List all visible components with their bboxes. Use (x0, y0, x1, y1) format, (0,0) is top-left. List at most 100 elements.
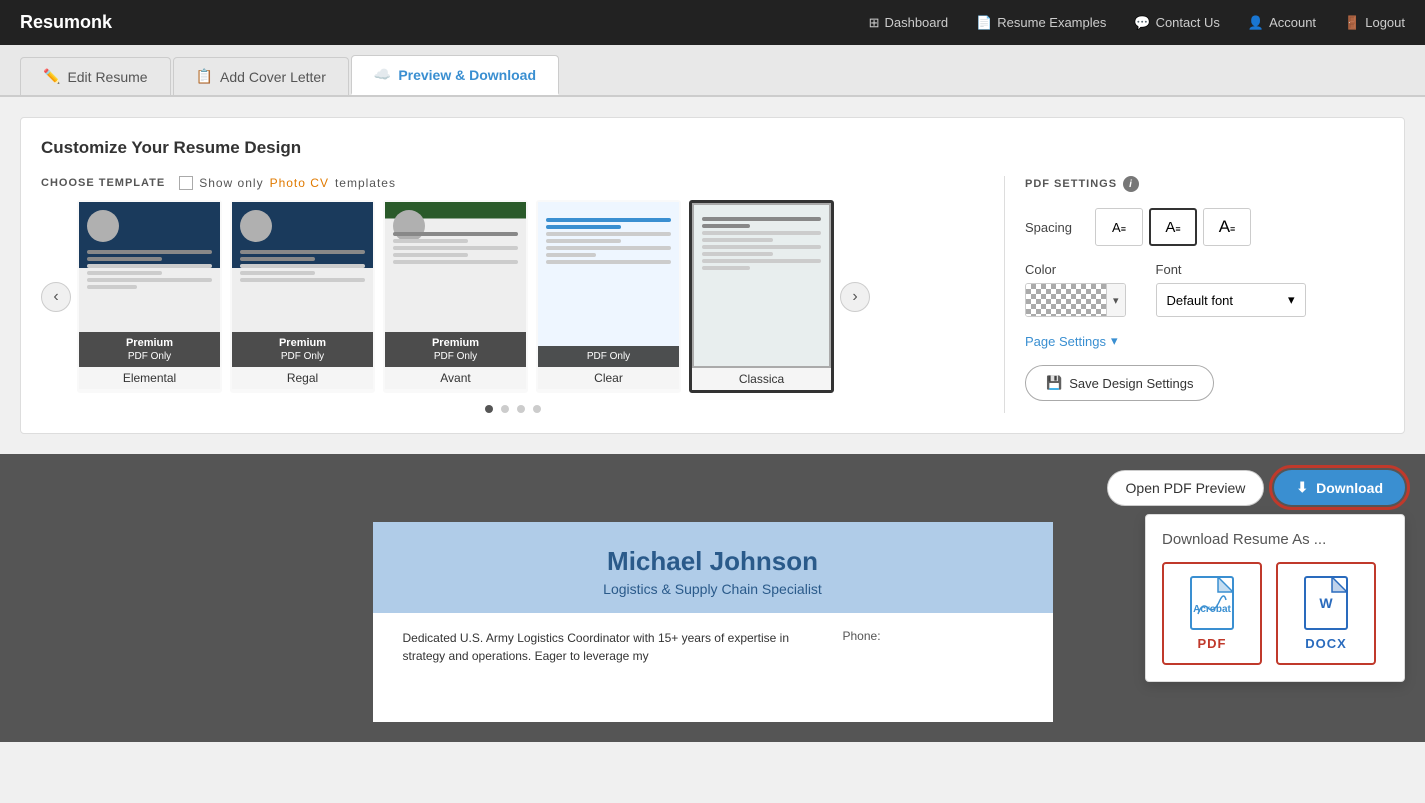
font-value: Default font (1167, 293, 1234, 308)
tmpl-lines (546, 218, 671, 267)
tmpl-line (546, 253, 596, 257)
tabs-bar: ✏️ Edit Resume 📋 Add Cover Letter ☁️ Pre… (0, 45, 1425, 97)
dot-4[interactable] (533, 405, 541, 413)
tmpl-line (87, 257, 162, 261)
resume-contact-phone: Phone: (843, 629, 1023, 643)
tmpl-line (240, 278, 365, 282)
template-clear[interactable]: PDF Only Clear (536, 200, 681, 393)
tmpl-line (393, 260, 518, 264)
download-docx-option[interactable]: W DOCX (1276, 562, 1376, 665)
resume-name: Michael Johnson (403, 546, 1023, 577)
tmpl-line (546, 225, 621, 229)
resume-summary: Dedicated U.S. Army Logistics Coordinato… (403, 629, 823, 665)
nav-account[interactable]: 👤 Account (1248, 15, 1316, 31)
color-picker[interactable]: ▾ (1025, 283, 1126, 317)
tab-edit-resume[interactable]: ✏️ Edit Resume (20, 57, 171, 95)
template-label-clear: Clear (538, 367, 679, 389)
tmpl-line (393, 232, 518, 236)
template-thumb-elemental: Premium PDF Only (79, 202, 220, 367)
template-thumb-regal: Premium PDF Only (232, 202, 373, 367)
page-settings-link[interactable]: Page Settings ▾ (1025, 333, 1384, 349)
tmpl-lines (393, 232, 518, 267)
tmpl-line (546, 260, 671, 264)
pdf-file-icon: Acrobat (1190, 576, 1234, 630)
template-regal[interactable]: Premium PDF Only Regal (230, 200, 375, 393)
photo-cv-filter[interactable]: Show only Photo CV templates (179, 176, 396, 190)
resume-right: Phone: (843, 629, 1023, 665)
customize-title: Customize Your Resume Design (41, 138, 1384, 158)
template-badge-clear: PDF Only (538, 346, 679, 367)
download-dropdown: Download Resume As ... Acrobat PDF (1145, 514, 1405, 682)
template-label-regal: Regal (232, 367, 373, 389)
nav-contact-us[interactable]: 💬 Contact Us (1134, 15, 1220, 31)
dot-3[interactable] (517, 405, 525, 413)
tmpl-line (393, 246, 518, 250)
color-section: Color ▾ (1025, 262, 1126, 317)
save-design-button[interactable]: 💾 Save Design Settings (1025, 365, 1214, 401)
photo-placeholder (87, 210, 119, 242)
tmpl-line (546, 218, 671, 222)
chevron-down-icon: ▾ (1111, 333, 1118, 349)
spacing-row: Spacing A≡ A≡ A≡ (1025, 208, 1384, 246)
download-button[interactable]: ⬇ Download (1274, 470, 1405, 505)
color-swatch (1026, 284, 1106, 316)
download-pdf-option[interactable]: Acrobat PDF (1162, 562, 1262, 665)
spacing-compact[interactable]: A≡ (1095, 208, 1143, 246)
template-label-elemental: Elemental (79, 367, 220, 389)
nav-dashboard[interactable]: ⊞ Dashboard (869, 15, 949, 31)
pdf-settings: PDF SETTINGS i Spacing A≡ A≡ A≡ (1004, 176, 1384, 413)
template-avant[interactable]: Premium PDF Only Avant (383, 200, 528, 393)
carousel-prev[interactable]: ‹ (41, 282, 71, 312)
template-carousel: ‹ (41, 200, 984, 393)
nav-resume-examples[interactable]: 📄 Resume Examples (976, 15, 1106, 31)
dot-1[interactable] (485, 405, 493, 413)
color-label: Color (1025, 262, 1126, 277)
template-thumb-avant: Premium PDF Only (385, 202, 526, 367)
customize-box: Customize Your Resume Design CHOOSE TEMP… (20, 117, 1405, 434)
grid-icon: ⊞ (869, 15, 880, 31)
spacing-wide-icon: A≡ (1219, 217, 1236, 237)
tmpl-line (87, 278, 212, 282)
nav-logout[interactable]: 🚪 Logout (1344, 15, 1405, 31)
template-settings-row: CHOOSE TEMPLATE Show only Photo CV templ… (41, 176, 1384, 413)
spacing-wide[interactable]: A≡ (1203, 208, 1251, 246)
document-icon: 📄 (976, 15, 992, 31)
font-select[interactable]: Default font ▾ (1156, 283, 1306, 317)
tmpl-line (240, 264, 365, 268)
document-plus-icon: 📋 (196, 68, 213, 85)
photo-cv-checkbox[interactable] (179, 176, 193, 190)
dot-2[interactable] (501, 405, 509, 413)
choose-label: CHOOSE TEMPLATE Show only Photo CV templ… (41, 176, 984, 190)
font-label: Font (1156, 262, 1306, 277)
spacing-options: A≡ A≡ A≡ (1095, 208, 1251, 246)
main-content: Customize Your Resume Design CHOOSE TEMP… (0, 97, 1425, 454)
template-elemental[interactable]: Premium PDF Only Elemental (77, 200, 222, 393)
templates-list: Premium PDF Only Elemental (77, 200, 834, 393)
tab-preview-download[interactable]: ☁️ Preview & Download (351, 55, 559, 95)
tmpl-line (87, 250, 212, 254)
save-icon: 💾 (1046, 375, 1062, 391)
tmpl-line (546, 232, 671, 236)
svg-text:W: W (1319, 595, 1333, 611)
spacing-normal[interactable]: A≡ (1149, 208, 1197, 246)
tmpl-line (546, 239, 621, 243)
tab-add-cover-letter[interactable]: 📋 Add Cover Letter (173, 57, 349, 95)
tmpl-line (87, 271, 162, 275)
template-label-classica: Classica (692, 368, 831, 390)
spacing-label: Spacing (1025, 220, 1095, 235)
open-pdf-preview-button[interactable]: Open PDF Preview (1107, 470, 1265, 506)
template-badge-regal: Premium PDF Only (232, 332, 373, 367)
template-badge-elemental: Premium PDF Only (79, 332, 220, 367)
color-dropdown-arrow: ▾ (1106, 284, 1125, 316)
docx-label: DOCX (1305, 636, 1347, 651)
tmpl-line (702, 245, 821, 249)
template-chooser: CHOOSE TEMPLATE Show only Photo CV templ… (41, 176, 984, 413)
tmpl-line (240, 257, 315, 261)
tmpl-lines (702, 217, 821, 273)
template-label-avant: Avant (385, 367, 526, 389)
template-classica[interactable]: Classica (689, 200, 834, 393)
resume-preview-inner: Michael Johnson Logistics & Supply Chain… (373, 522, 1053, 722)
pdf-label: PDF (1198, 636, 1227, 651)
carousel-next[interactable]: › (840, 282, 870, 312)
tmpl-line (702, 259, 821, 263)
